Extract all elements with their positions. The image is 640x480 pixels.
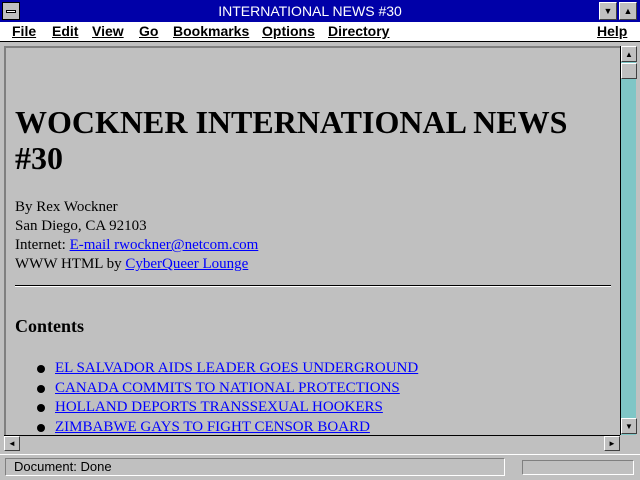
toc-link[interactable]: ZIMBABWE GAYS TO FIGHT CENSOR BOARD: [55, 419, 370, 435]
bullet-icon: [37, 404, 45, 412]
byline-location: San Diego, CA 92103: [15, 218, 147, 234]
scrollbar-corner: [620, 435, 636, 451]
toc-link[interactable]: HOLLAND DEPORTS TRANSSEXUAL HOOKERS: [55, 399, 383, 415]
cyberqueer-lounge-link[interactable]: CyberQueer Lounge: [125, 256, 248, 272]
toc-link[interactable]: EL SALVADOR AIDS LEADER GOES UNDERGROUND: [55, 360, 418, 376]
internet-label: Internet:: [15, 237, 66, 253]
window-title: INTERNATIONAL NEWS #30: [218, 3, 402, 19]
scroll-right-button[interactable]: ►: [604, 436, 620, 451]
system-menu-icon: [6, 10, 16, 13]
horizontal-scrollbar[interactable]: ◄ ►: [4, 435, 620, 451]
progress-indicator: [522, 460, 634, 475]
page-heading: WOCKNER INTERNATIONAL NEWS #30: [15, 104, 568, 176]
email-link[interactable]: E-mail rwockner@netcom.com: [70, 237, 259, 253]
scroll-down-button[interactable]: ▼: [621, 418, 637, 434]
html-credit-label: WWW HTML by: [15, 256, 122, 272]
minimize-button[interactable]: ▼: [599, 2, 617, 20]
contents-heading: Contents: [15, 316, 85, 336]
byline-author: By Rex Wockner: [15, 199, 118, 215]
bullet-icon: [37, 423, 45, 432]
status-text: Document: Done: [5, 458, 505, 476]
menu-options[interactable]: Options: [262, 23, 315, 39]
menu-directory[interactable]: Directory: [328, 23, 389, 39]
list-item: EL SALVADOR AIDS LEADER GOES UNDERGROUND: [37, 359, 418, 379]
minimize-icon: ▼: [603, 6, 613, 16]
list-item: HOLLAND DEPORTS TRANSSEXUAL HOOKERS: [37, 398, 418, 418]
byline-internet: Internet: E-mail rwockner@netcom.com: [15, 236, 258, 255]
list-item: CANADA COMMITS TO NATIONAL PROTECTIONS: [37, 379, 418, 399]
menu-edit[interactable]: Edit: [52, 23, 78, 39]
arrow-right-icon: ►: [608, 439, 616, 448]
scroll-up-button[interactable]: ▲: [621, 46, 637, 62]
menu-bookmarks[interactable]: Bookmarks: [173, 23, 249, 39]
title-bar[interactable]: INTERNATIONAL NEWS #30 ▼ ▲: [0, 0, 640, 22]
arrow-up-icon: ▲: [625, 49, 633, 59]
scroll-left-button[interactable]: ◄: [4, 436, 20, 451]
contents-list: EL SALVADOR AIDS LEADER GOES UNDERGROUND…: [37, 359, 418, 435]
menu-bar: File Edit View Go Bookmarks Options Dire…: [0, 22, 640, 42]
byline-html: WWW HTML by CyberQueer Lounge: [15, 255, 258, 274]
menu-file[interactable]: File: [12, 23, 36, 39]
toc-link[interactable]: CANADA COMMITS TO NATIONAL PROTECTIONS: [55, 380, 400, 396]
bullet-icon: [37, 365, 45, 373]
menu-view[interactable]: View: [92, 23, 124, 39]
status-bar: Document: Done: [0, 454, 640, 480]
vertical-scrollbar[interactable]: ▲ ▼: [620, 46, 637, 435]
browser-window: INTERNATIONAL NEWS #30 ▼ ▲ File Edit Vie…: [0, 0, 640, 480]
vertical-scroll-thumb[interactable]: [621, 63, 637, 79]
bullet-icon: [37, 384, 45, 393]
arrow-left-icon: ◄: [8, 439, 16, 448]
maximize-button[interactable]: ▲: [619, 2, 637, 20]
maximize-icon: ▲: [623, 6, 633, 16]
document-view[interactable]: WOCKNER INTERNATIONAL NEWS #30 By Rex Wo…: [4, 46, 620, 435]
system-menu-button[interactable]: [2, 2, 20, 20]
horizontal-rule: [15, 285, 611, 287]
menu-go[interactable]: Go: [139, 23, 158, 39]
list-item: ZIMBABWE GAYS TO FIGHT CENSOR BOARD: [37, 418, 418, 436]
byline: By Rex Wockner San Diego, CA 92103 Inter…: [15, 198, 258, 274]
menu-help[interactable]: Help: [597, 23, 627, 39]
arrow-down-icon: ▼: [625, 421, 633, 431]
